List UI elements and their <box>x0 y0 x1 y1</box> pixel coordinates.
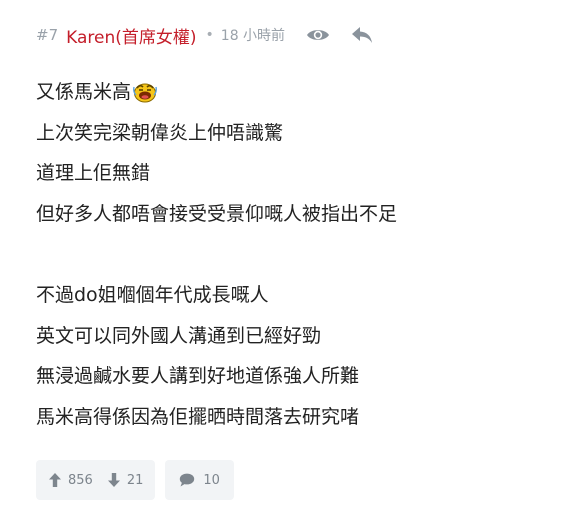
content-line: 但好多人都唔會接受受景仰嘅人被指出不足 <box>36 202 398 225</box>
eye-icon[interactable] <box>305 22 331 48</box>
reply-arrow-icon[interactable] <box>349 22 375 48</box>
post-footer: 856 21 10 <box>36 460 234 500</box>
upvote-count: 856 <box>68 472 93 488</box>
post-time: 18 小時前 <box>220 28 286 44</box>
laughing-emoji-icon <box>133 80 157 104</box>
content-line: 不過do姐嗰個年代成長嘅人 <box>36 283 269 306</box>
comments-button[interactable]: 10 <box>165 460 234 500</box>
vote-group: 856 21 <box>36 460 156 500</box>
speech-bubble-icon <box>180 473 195 487</box>
content-line: 無浸過鹹水要人講到好地道係強人所難 <box>36 365 360 388</box>
separator-dot: • <box>205 27 214 43</box>
post-header: #7 Karen(首席女權) • 18 小時前 <box>36 20 375 50</box>
author-name[interactable]: Karen(首席女權) <box>66 23 196 48</box>
content-line: 馬米高得係因為佢擺晒時間落去研究啫 <box>36 405 360 428</box>
thumb-up-arrow-icon <box>49 473 61 487</box>
floor-number: #7 <box>36 26 59 44</box>
comment-post: #7 Karen(首席女權) • 18 小時前 又係馬米高 上次笑完梁朝偉炎上仲… <box>0 0 579 517</box>
comment-count: 10 <box>203 472 220 488</box>
down-arrow-icon <box>107 473 120 487</box>
upvote-button[interactable]: 856 <box>48 472 93 488</box>
content-line: 道理上佢無錯 <box>36 162 151 185</box>
content-line: 上次笑完梁朝偉炎上仲唔識驚 <box>36 121 284 144</box>
downvote-button[interactable]: 21 <box>107 472 144 488</box>
content-line: 英文可以同外國人溝通到已經好勁 <box>36 324 322 347</box>
content-line: 又係馬米高 <box>36 72 556 113</box>
content-line-text: 又係馬米高 <box>36 81 132 103</box>
downvote-count: 21 <box>126 472 144 488</box>
post-content: 又係馬米高 上次笑完梁朝偉炎上仲唔識驚 道理上佢無錯 但好多人都唔會接受受景仰嘅… <box>36 72 556 437</box>
